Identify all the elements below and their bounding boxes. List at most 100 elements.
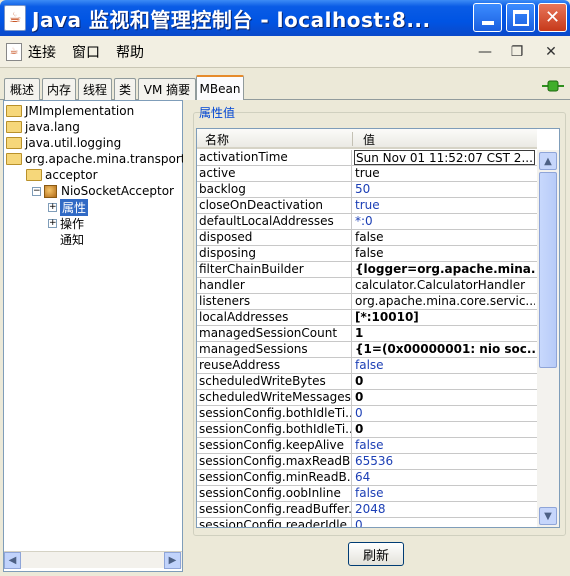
tree-item-notifications[interactable]: 通知 <box>60 231 84 247</box>
attribute-value-cell[interactable]: org.apache.mina.core.servic... <box>354 294 535 309</box>
attribute-value-cell[interactable]: false <box>354 438 535 453</box>
tree-item-attributes[interactable]: + 属性 <box>48 198 89 216</box>
attribute-name-cell: defaultLocalAddresses <box>197 214 352 229</box>
tab-overview[interactable]: 概述 <box>4 78 40 100</box>
attribute-value-cell[interactable]: 1 <box>354 326 535 341</box>
menu-window[interactable]: 窗口 <box>72 42 100 62</box>
table-row[interactable]: localAddresses [*:10010] <box>197 310 537 326</box>
attribute-name-cell: closeOnDeactivation <box>197 198 352 213</box>
table-row[interactable]: sessionConfig.readBuffer... 2048 <box>197 502 537 518</box>
attribute-name-cell: sessionConfig.keepAlive <box>197 438 352 453</box>
attribute-name-cell: filterChainBuilder <box>197 262 352 277</box>
tree-item-jmimplementation[interactable]: JMImplementation <box>6 103 134 119</box>
tree-item-acceptor[interactable]: acceptor <box>26 167 98 183</box>
menu-connect[interactable]: 连接 <box>28 42 56 62</box>
table-row[interactable]: scheduledWriteBytes 0 <box>197 374 537 390</box>
attribute-value-cell[interactable]: 0 <box>354 390 535 405</box>
table-row[interactable]: sessionConfig.keepAlive false <box>197 438 537 454</box>
tab-mbean[interactable]: MBean <box>196 75 244 101</box>
table-row[interactable]: sessionConfig.minReadB... 64 <box>197 470 537 486</box>
table-row[interactable]: closeOnDeactivation true <box>197 198 537 214</box>
table-row[interactable]: sessionConfig.readerIdle... 0 <box>197 518 537 527</box>
attribute-value-cell[interactable]: 0 <box>354 406 535 421</box>
attribute-value-cell[interactable]: 2048 <box>354 502 535 517</box>
attribute-value-cell[interactable]: [*:10010] <box>354 310 535 325</box>
tree-horizontal-scrollbar[interactable]: ◀ ▶ <box>4 551 182 569</box>
tree-item-operations[interactable]: + 操作 <box>48 215 84 231</box>
collapse-icon[interactable]: − <box>32 186 41 196</box>
expand-icon[interactable]: + <box>48 218 57 228</box>
attribute-value-cell[interactable]: *:0 <box>354 214 535 229</box>
attribute-value-cell[interactable]: 50 <box>354 182 535 197</box>
attribute-value-cell[interactable]: 0 <box>354 374 535 389</box>
tab-classes[interactable]: 类 <box>114 78 136 100</box>
table-row[interactable]: sessionConfig.bothIdleTi... 0 <box>197 406 537 422</box>
attribute-value-cell[interactable]: false <box>354 230 535 245</box>
maximize-button[interactable] <box>506 3 535 32</box>
tab-threads[interactable]: 线程 <box>78 78 112 100</box>
tree-item-niosocketacceptor[interactable]: − NioSocketAcceptor <box>32 183 174 199</box>
restore-icon: ❐ <box>510 44 524 60</box>
attribute-value-cell[interactable]: 65536 <box>354 454 535 469</box>
table-vertical-scrollbar[interactable]: ▲ ▼ <box>537 150 559 527</box>
scroll-up-arrow-icon[interactable]: ▲ <box>539 152 557 170</box>
attribute-value-cell[interactable]: false <box>354 246 535 261</box>
table-row[interactable]: sessionConfig.bothIdleTi... 0 <box>197 422 537 438</box>
refresh-button[interactable]: 刷新 <box>348 542 404 566</box>
title-bar[interactable]: ☕ Java 监视和管理控制台 - localhost:8... ✕ <box>0 0 570 36</box>
table-row[interactable]: managedSessions {1=(0x00000001: nio soc..… <box>197 342 537 358</box>
table-row[interactable]: disposed false <box>197 230 537 246</box>
scroll-left-arrow-icon[interactable]: ◀ <box>4 552 21 569</box>
attribute-table: 名称 值 activationTime Sun Nov 01 11:52:07 C… <box>196 128 560 528</box>
tree-item-org-apache-mina[interactable]: org.apache.mina.transport. <box>6 151 189 167</box>
table-row[interactable]: handler calculator.CalculatorHandler <box>197 278 537 294</box>
column-separator[interactable] <box>352 132 353 146</box>
table-row[interactable]: managedSessionCount 1 <box>197 326 537 342</box>
menu-help[interactable]: 帮助 <box>116 42 144 62</box>
attribute-value-cell[interactable]: 0 <box>354 422 535 437</box>
attribute-name-cell: scheduledWriteMessages <box>199 390 352 405</box>
inner-close-button[interactable]: ✕ <box>536 40 566 64</box>
attribute-value-cell[interactable]: true <box>354 166 535 181</box>
table-row[interactable]: activationTime Sun Nov 01 11:52:07 CST 2.… <box>197 150 537 166</box>
table-row[interactable]: reuseAddress false <box>197 358 537 374</box>
table-row[interactable]: disposing false <box>197 246 537 262</box>
inner-minimize-button[interactable]: — <box>470 40 500 64</box>
attribute-name-cell: scheduledWriteBytes <box>197 374 352 389</box>
attribute-name-cell: backlog <box>197 182 352 197</box>
scrollbar-thumb[interactable] <box>539 172 557 368</box>
tree-item-java-util-logging[interactable]: java.util.logging <box>6 135 121 151</box>
close-button[interactable]: ✕ <box>538 3 567 32</box>
table-row[interactable]: defaultLocalAddresses *:0 <box>197 214 537 230</box>
attribute-value-cell[interactable]: {logger=org.apache.mina... <box>354 262 535 277</box>
table-row[interactable]: scheduledWriteMessages 0 <box>197 390 537 406</box>
folder-icon <box>6 105 22 117</box>
table-row[interactable]: filterChainBuilder {logger=org.apache.min… <box>197 262 537 278</box>
attribute-value-cell[interactable]: {1=(0x00000001: nio soc... <box>354 342 535 357</box>
attribute-name-cell: disposed <box>197 230 352 245</box>
table-row[interactable]: backlog 50 <box>197 182 537 198</box>
tree-item-java-lang[interactable]: java.lang <box>6 119 80 135</box>
attribute-value-cell[interactable]: 64 <box>354 470 535 485</box>
table-row[interactable]: active true <box>197 166 537 182</box>
attribute-value-cell[interactable]: Sun Nov 01 11:52:07 CST 2... <box>354 150 535 165</box>
attribute-value-cell[interactable]: 0 <box>354 518 535 527</box>
table-row[interactable]: sessionConfig.oobInline false <box>197 486 537 502</box>
expand-icon[interactable]: + <box>48 202 57 212</box>
column-header-value[interactable]: 值 <box>363 131 375 148</box>
menu-bar: ☕ 连接 窗口 帮助 — ❐ ✕ <box>0 36 570 68</box>
attribute-value-cell[interactable]: false <box>354 486 535 501</box>
scroll-right-arrow-icon[interactable]: ▶ <box>164 552 181 569</box>
attribute-value-cell[interactable]: true <box>354 198 535 213</box>
table-row[interactable]: listeners org.apache.mina.core.servic... <box>197 294 537 310</box>
inner-restore-button[interactable]: ❐ <box>502 40 532 64</box>
folder-open-icon <box>6 153 22 165</box>
attribute-value-cell[interactable]: calculator.CalculatorHandler <box>354 278 535 293</box>
tab-memory[interactable]: 内存 <box>42 78 76 100</box>
minimize-button[interactable] <box>473 3 502 32</box>
table-row[interactable]: sessionConfig.maxReadB... 65536 <box>197 454 537 470</box>
column-header-name[interactable]: 名称 <box>205 131 229 148</box>
scroll-down-arrow-icon[interactable]: ▼ <box>539 507 557 525</box>
attribute-value-cell[interactable]: false <box>354 358 535 373</box>
tab-vm-summary[interactable]: VM 摘要 <box>138 78 196 100</box>
